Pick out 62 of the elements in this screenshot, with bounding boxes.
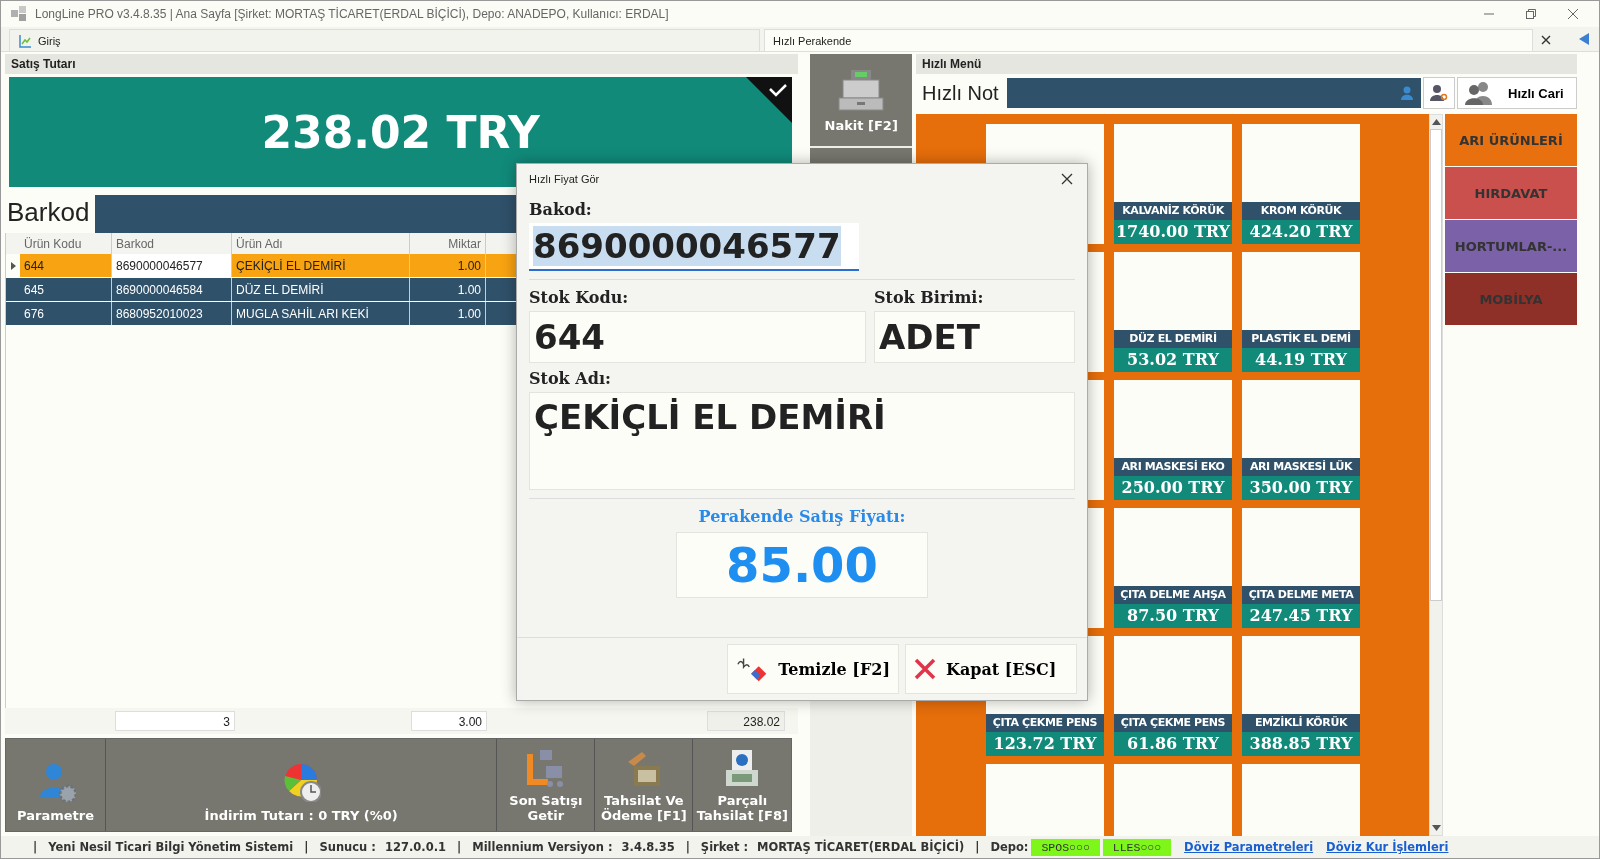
barcode-label: Barkod	[5, 195, 96, 233]
separator: |	[457, 840, 462, 854]
product-price: 53.02 TRY	[1114, 348, 1232, 372]
note-label: Hızlı Not	[921, 81, 1000, 105]
product-price: 1740.00 TRY	[1114, 220, 1232, 244]
product-name: PLASTİK EL DEMİ	[1242, 330, 1360, 348]
table-cell: ÇEKİÇLİ EL DEMİRİ	[232, 254, 410, 277]
product-name: KROM KÖRÜK	[1242, 202, 1360, 220]
product-name: EMZİKLİ KÖRÜK	[1242, 714, 1360, 732]
status-badge: LLES○○○	[1102, 838, 1172, 856]
product-price: 123.72 TRY	[986, 732, 1104, 756]
status-text: Yeni Nesil Ticari Bilgi Yönetim Sistemi	[48, 840, 294, 854]
status-text: Depo:	[990, 840, 1029, 854]
total-amount: 238.02 TRY	[261, 106, 540, 158]
section-header: Satış Tutarı	[5, 54, 799, 74]
field-label: Stok Birimi:	[874, 288, 985, 307]
product-name: ÇITA DELME AHŞA	[1114, 586, 1232, 604]
table-cell: 1.00	[410, 254, 486, 277]
total-cell: 3	[115, 711, 235, 731]
product-price: 61.86 TRY	[1114, 732, 1232, 756]
product-price: 247.45 TRY	[1242, 604, 1360, 628]
total-cell: 3.00	[411, 711, 487, 731]
product-name: ÇITA DELME META	[1242, 586, 1360, 604]
separator: |	[304, 840, 309, 854]
product-name: ARI MASKESİ LÜK	[1242, 458, 1360, 476]
table-cell: 645	[20, 278, 112, 301]
product-name: KALVANİZ KÖRÜK	[1114, 202, 1232, 220]
table-cell: 8690000046577	[112, 254, 232, 277]
product-price: 44.19 TRY	[1242, 348, 1360, 372]
status-text: Sunucu :	[319, 840, 376, 854]
product-price: 424.20 TRY	[1242, 220, 1360, 244]
section-header: Hızlı Menü	[916, 54, 1577, 74]
product-name: DÜZ EL DEMİRİ	[1114, 330, 1232, 348]
status-text: MORTAŞ TİCARET(ERDAL BİÇİCİ)	[757, 840, 965, 854]
field-label: Bakod:	[529, 200, 593, 219]
table-cell: 1.00	[410, 302, 486, 325]
separator: |	[975, 840, 980, 854]
window-title: LongLine PRO v3.4.8.35 | Ana Sayfa [Şirket: MORTAŞ TİCARET(ERDAL BİÇİCİ), Depo: ANADEPO, Kullanıcı: ERDAL]	[35, 7, 670, 21]
dialog-title: Hızlı Fiyat Gör	[529, 173, 600, 185]
table-cell: 1.00	[410, 278, 486, 301]
product-name: ÇITA ÇEKME PENS	[986, 714, 1104, 732]
separator: |	[33, 840, 38, 854]
product-name: ARI MASKESİ EKO	[1114, 458, 1232, 476]
product-name: ÇITA ÇEKME PENS	[1114, 714, 1232, 732]
product-price: 388.85 TRY	[1242, 732, 1360, 756]
status-text: Şirket :	[700, 840, 748, 854]
table-cell: DÜZ EL DEMİRİ	[232, 278, 410, 301]
status-text: Millennium Versiyon :	[472, 840, 613, 854]
table-cell: 8680952010023	[112, 302, 232, 325]
product-price: 87.50 TRY	[1114, 604, 1232, 628]
status-text: 3.4.8.35	[621, 840, 675, 854]
product-price: 350.00 TRY	[1242, 476, 1360, 500]
table-cell: 676	[20, 302, 112, 325]
field-label: Stok Adı:	[529, 369, 612, 388]
price-label: Perakende Satış Fiyatı:	[697, 507, 907, 526]
separator: |	[685, 840, 690, 854]
product-price: 250.00 TRY	[1114, 476, 1232, 500]
status-text: 127.0.0.1	[384, 840, 447, 854]
total-cell: 238.02	[707, 711, 785, 731]
table-cell: 8690000046584	[112, 278, 232, 301]
status-badge: SPOS○○○	[1031, 838, 1100, 856]
table-cell: MUGLA SAHİL ARI KEKİ	[232, 302, 410, 325]
